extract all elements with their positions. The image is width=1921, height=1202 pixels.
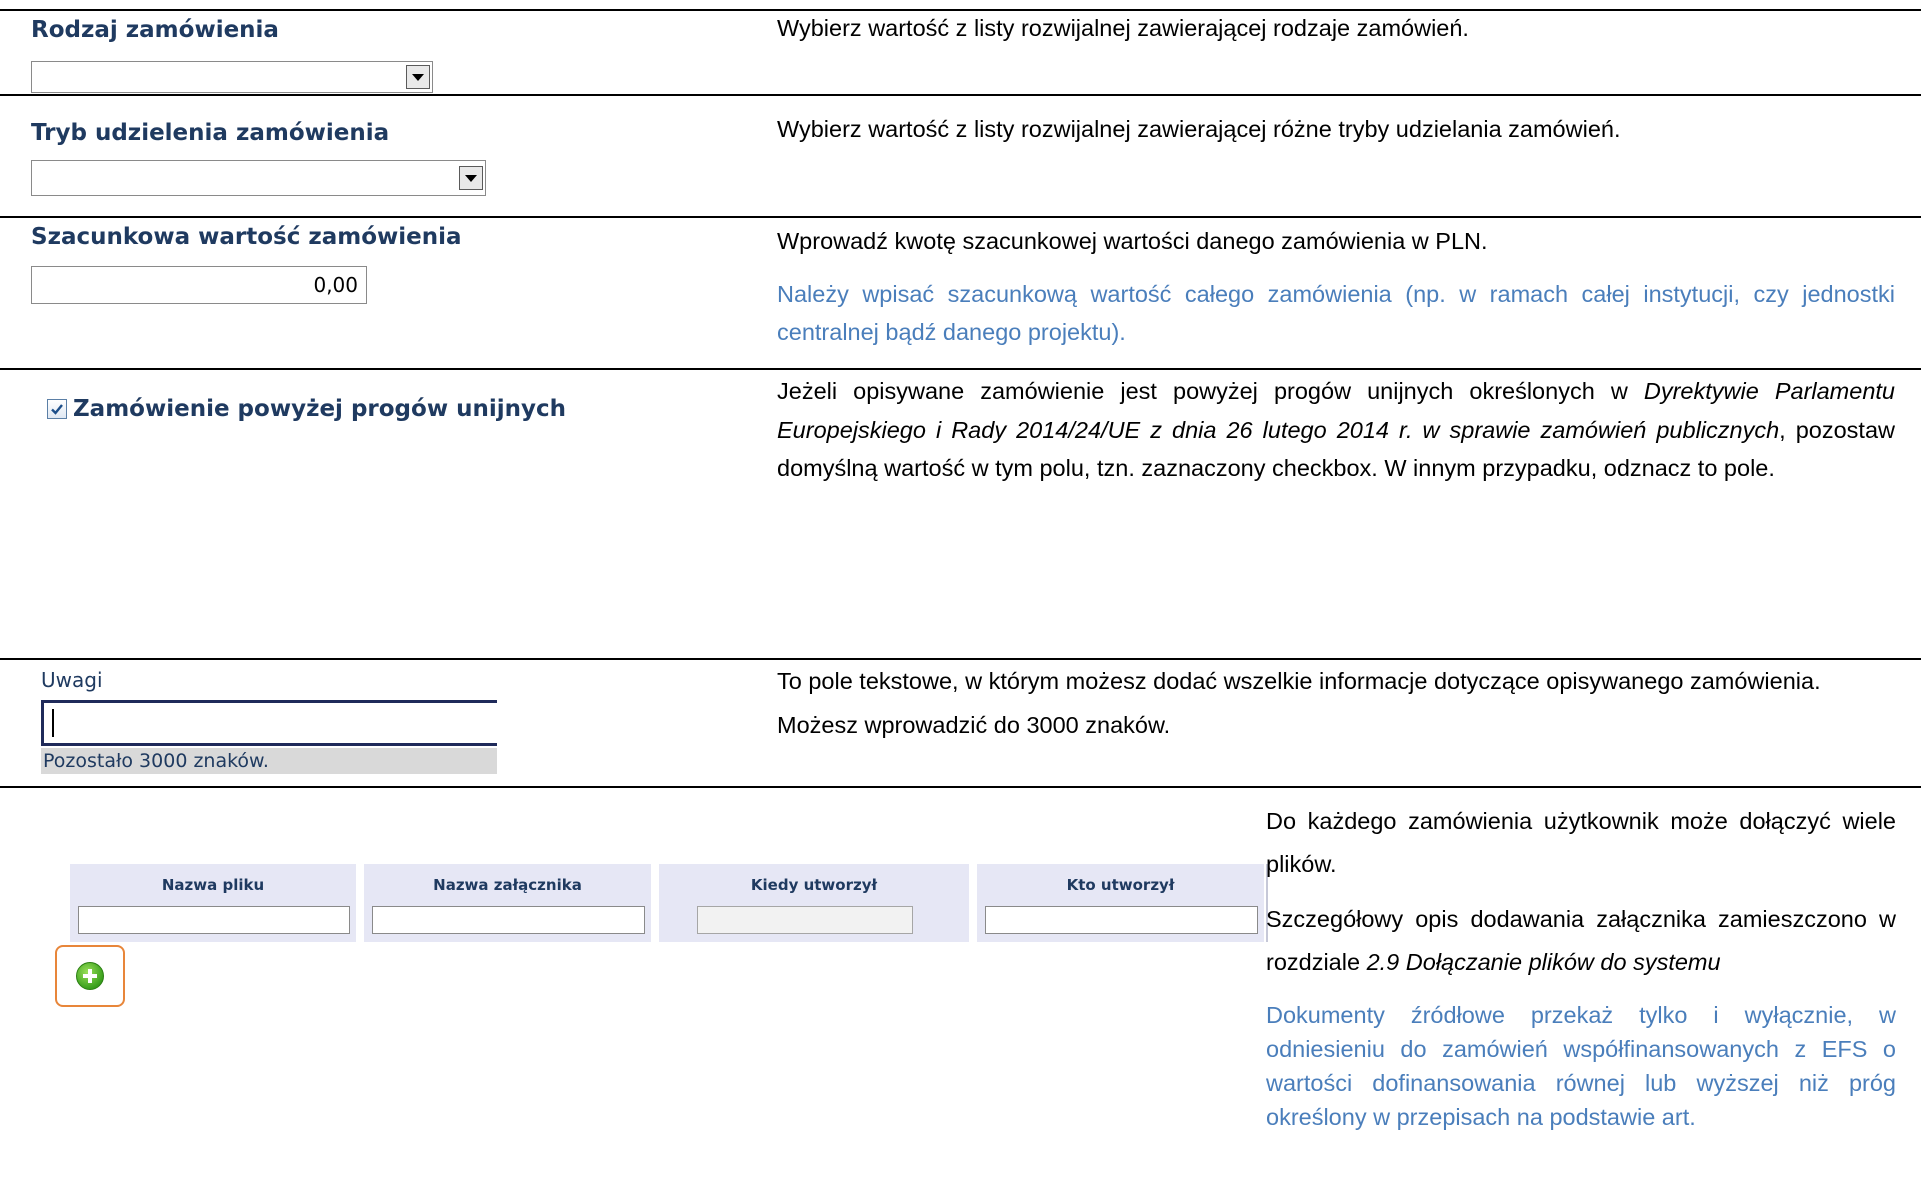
column-header: Kiedy utworzył (750, 876, 878, 894)
progi-checkbox-row[interactable]: Zamówienie powyżej progów unijnych (47, 396, 566, 422)
remaining-chars: Pozostało 3000 znaków. (41, 748, 497, 774)
divider (0, 658, 1921, 660)
checkmark-icon (51, 404, 63, 415)
zalaczniki-desc-3: Dokumenty źródłowe przekaż tylko i wyłąc… (1266, 1002, 1896, 1130)
rodzaj-zamowienia-label: Rodzaj zamówienia (31, 17, 279, 43)
table-column: Nazwa załącznika (364, 864, 651, 942)
uwagi-desc: To pole tekstowe, w którym możesz dodać … (777, 667, 1895, 739)
progi-desc-text: Jeżeli opisywane zamówienie jest powyżej… (777, 372, 1895, 488)
uwagi-desc-text: To pole tekstowe, w którym możesz dodać … (777, 668, 1821, 694)
divider (0, 216, 1921, 218)
chevron-down-icon[interactable] (406, 65, 430, 89)
kiedy-utworzyl-input (697, 906, 913, 934)
divider (0, 94, 1921, 96)
uwagi-desc-limit: Możesz wprowadzić do 3000 znaków. (777, 712, 1171, 738)
divider (0, 368, 1921, 370)
column-header: Nazwa pliku (161, 876, 265, 894)
table-column: Nazwa pliku (70, 864, 356, 942)
divider (0, 786, 1921, 788)
rodzaj-zamowienia-desc: Wybierz wartość z listy rozwijalnej zawi… (777, 15, 1469, 41)
add-attachment-button[interactable] (55, 945, 125, 1007)
add-plus-icon (76, 962, 104, 990)
zalaczniki-desc-2-italic: 2.9 Dołączanie plików do systemu (1366, 949, 1721, 975)
column-header: Nazwa załącznika (433, 876, 582, 894)
tryb-udzielenia-select[interactable] (31, 160, 486, 196)
column-header: Kto utworzył (1066, 876, 1175, 894)
kto-utworzyl-input[interactable] (985, 906, 1258, 934)
szacunkowa-note: Należy wpisać szacunkową wartość całego … (777, 280, 1895, 346)
text-caret (52, 709, 54, 737)
uwagi-textarea[interactable] (41, 700, 497, 746)
tryb-udzielenia-label: Tryb udzielenia zamówienia (31, 120, 390, 146)
progi-label: Zamówienie powyżej progów unijnych (73, 396, 566, 422)
szacunkowa-wartosc-desc: Wprowadź kwotę szacunkowej wartości dane… (777, 222, 1895, 352)
zalaczniki-desc: Do każdego zamówienia użytkownik może do… (1266, 800, 1896, 1134)
szacunkowa-wartosc-label: Szacunkowa wartość zamówienia (31, 224, 462, 250)
table-column: Kiedy utworzył (659, 864, 969, 942)
uwagi-label: Uwagi (41, 668, 103, 692)
zalaczniki-desc-2: Szczegółowy opis dodawania załącznika za… (1266, 898, 1896, 984)
nazwa-pliku-input[interactable] (78, 906, 350, 934)
nazwa-zalacznika-input[interactable] (372, 906, 645, 934)
progi-checkbox[interactable] (47, 399, 67, 419)
table-column: Kto utworzył (977, 864, 1264, 942)
szacunkowa-desc-text: Wprowadź kwotę szacunkowej wartości dane… (777, 228, 1488, 254)
chevron-down-icon[interactable] (459, 166, 483, 190)
zalaczniki-desc-1: Do każdego zamówienia użytkownik może do… (1266, 808, 1896, 877)
progi-desc: Jeżeli opisywane zamówienie jest powyżej… (777, 372, 1895, 488)
rodzaj-zamowienia-select[interactable] (31, 61, 433, 93)
szacunkowa-wartosc-input[interactable]: 0,00 (31, 266, 367, 304)
tryb-udzielenia-desc: Wybierz wartość z listy rozwijalnej zawi… (777, 116, 1621, 142)
progi-desc-part1: Jeżeli opisywane zamówienie jest powyżej… (777, 378, 1644, 404)
